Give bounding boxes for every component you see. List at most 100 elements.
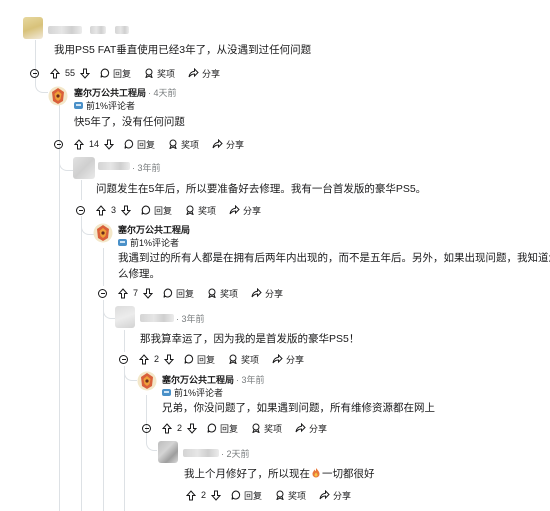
comment-actions: 2 回复 奖项 分享 [142, 421, 340, 435]
vote-count: 14 [89, 139, 100, 149]
upvote-icon[interactable] [50, 67, 60, 79]
downvote-icon[interactable] [164, 354, 175, 365]
share-label: 分享 [286, 354, 305, 365]
reply-button[interactable]: 回复 [163, 287, 194, 300]
award-button[interactable]: 奖项 [168, 138, 199, 151]
username-redacted[interactable] [183, 449, 219, 457]
vote-count: 2 [201, 490, 207, 500]
share-button[interactable]: 分享 [229, 204, 261, 217]
reply-label: 回复 [176, 288, 195, 299]
reply-bubble-icon [124, 139, 134, 149]
collapse-icon[interactable] [98, 288, 107, 298]
share-button[interactable]: 分享 [319, 489, 351, 502]
downvote-icon[interactable] [143, 288, 154, 299]
reply-bubble-icon [100, 68, 110, 78]
reply-bubble-icon [184, 354, 194, 364]
upvote-icon[interactable] [186, 489, 196, 501]
reply-button[interactable]: 回复 [124, 138, 155, 151]
downvote-icon[interactable] [80, 68, 91, 79]
fire-emoji-icon [312, 468, 320, 478]
comment-actions: 3 回复 奖项 分享 [76, 203, 274, 217]
downvote-icon[interactable] [104, 139, 115, 150]
upvote-icon[interactable] [74, 138, 84, 150]
collapse-icon[interactable] [119, 354, 128, 364]
username[interactable]: 塞尔万公共工程局 [118, 223, 190, 236]
award-button[interactable]: 奖项 [207, 287, 238, 300]
downvote-icon[interactable] [121, 205, 132, 216]
timestamp: · 4天前 [148, 88, 177, 98]
share-icon [295, 423, 306, 433]
thread-line [103, 300, 104, 511]
upvote-icon[interactable] [96, 204, 106, 216]
share-button[interactable]: 分享 [188, 67, 220, 80]
vote-count: 3 [111, 205, 117, 215]
award-icon [252, 423, 260, 433]
avatar[interactable] [115, 306, 135, 328]
reply-label: 回复 [137, 139, 156, 150]
share-label: 分享 [265, 288, 284, 299]
comment-actions: 2 回复 奖项 分享 [119, 352, 317, 366]
award-button[interactable]: 奖项 [275, 489, 306, 502]
reply-label: 回复 [197, 354, 216, 365]
collapse-icon[interactable] [76, 205, 85, 215]
downvote-icon[interactable] [187, 423, 198, 434]
avatar[interactable] [137, 370, 157, 392]
upvote-icon[interactable] [118, 287, 128, 299]
thread-branch [124, 366, 137, 381]
top-commenter-badge: 前1%评论者 [162, 386, 223, 399]
share-button[interactable]: 分享 [295, 422, 327, 435]
reply-button[interactable]: 回复 [184, 353, 215, 366]
collapse-icon[interactable] [54, 139, 63, 149]
reply-bubble-icon [231, 490, 241, 500]
reply-bubble-icon [141, 205, 151, 215]
award-icon [145, 68, 153, 78]
award-label: 奖项 [220, 288, 239, 299]
share-icon [229, 205, 240, 215]
comment-text: 问题发生在5年后，所以要准备好去修理。我有一台首发版的豪华PS5。 [96, 183, 427, 195]
username[interactable]: 塞尔万公共工程局 [162, 373, 234, 386]
vote-control: 14 [74, 138, 115, 150]
avatar[interactable] [23, 17, 43, 39]
collapse-icon[interactable] [142, 423, 151, 433]
share-label: 分享 [202, 68, 221, 79]
thread-line [124, 330, 125, 352]
share-label: 分享 [309, 423, 328, 434]
avatar[interactable] [73, 157, 95, 179]
username-redacted[interactable] [48, 26, 82, 34]
vote-control: 55 [50, 67, 91, 79]
vote-control: 3 [96, 204, 132, 216]
comment-actions: 7 回复 奖项 分享 [98, 286, 296, 300]
reply-button[interactable]: 回复 [141, 204, 172, 217]
award-label: 奖项 [181, 139, 200, 150]
award-button[interactable]: 奖项 [251, 422, 282, 435]
share-button[interactable]: 分享 [212, 138, 244, 151]
share-icon [272, 354, 283, 364]
share-icon [251, 288, 262, 298]
username-redacted[interactable] [140, 314, 174, 322]
reply-label: 回复 [113, 68, 132, 79]
award-button[interactable]: 奖项 [185, 204, 216, 217]
username[interactable]: 塞尔万公共工程局 [74, 86, 146, 99]
timestamp: · 3年前 [132, 163, 161, 173]
avatar[interactable] [93, 222, 113, 244]
upvote-icon[interactable] [139, 353, 149, 365]
comment-text: 那我算幸运了，因为我的是首发版的豪华PS5！ [140, 333, 360, 345]
collapse-icon[interactable] [30, 68, 39, 78]
badge-icon [118, 239, 127, 246]
upvote-icon[interactable] [162, 422, 172, 434]
reply-button[interactable]: 回复 [231, 489, 262, 502]
reply-button[interactable]: 回复 [100, 67, 131, 80]
award-label: 奖项 [288, 490, 307, 501]
avatar[interactable] [158, 441, 178, 463]
award-button[interactable]: 奖项 [144, 67, 175, 80]
thread-line [103, 248, 104, 286]
downvote-icon[interactable] [211, 490, 222, 501]
share-button[interactable]: 分享 [251, 287, 283, 300]
award-icon [276, 490, 284, 500]
badge-icon [162, 389, 171, 396]
share-button[interactable]: 分享 [272, 353, 304, 366]
avatar[interactable] [48, 85, 68, 107]
reply-button[interactable]: 回复 [207, 422, 238, 435]
username-redacted[interactable] [98, 162, 130, 170]
award-button[interactable]: 奖项 [228, 353, 259, 366]
